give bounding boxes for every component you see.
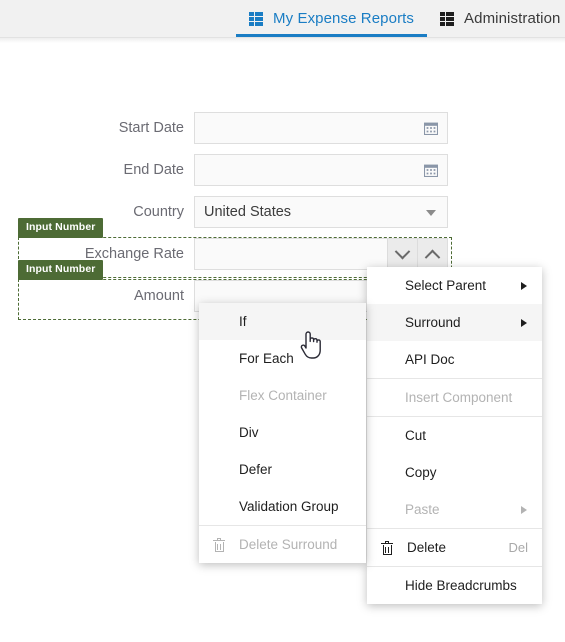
active-tab-indicator (236, 34, 428, 37)
header-shadow (0, 38, 565, 43)
menu-item-select-parent[interactable]: Select Parent (367, 267, 542, 304)
field-value: United States (204, 204, 292, 220)
submenu-item-validation-group[interactable]: Validation Group (199, 488, 366, 525)
chevron-right-icon (521, 281, 527, 290)
component-badge-input-number[interactable]: Input Number (18, 218, 104, 238)
field-row-start-date: Start Date (0, 111, 448, 145)
calendar-icon (424, 122, 438, 135)
menu-item-label: Delete (407, 540, 447, 555)
submenu-item-div[interactable]: Div (199, 414, 366, 451)
submenu-item-flex-container: Flex Container (199, 377, 366, 414)
menu-item-hide-breadcrumbs[interactable]: Hide Breadcrumbs (367, 567, 542, 604)
top-tab-bar: My Expense Reports Administration (0, 0, 565, 38)
menu-item-label: Defer (239, 462, 273, 477)
menu-item-cut[interactable]: Cut (367, 417, 542, 454)
grid-icon (249, 11, 264, 26)
tab-label: My Expense Reports (273, 10, 415, 27)
menu-item-delete[interactable]: Delete Del (367, 529, 542, 566)
menu-item-copy[interactable]: Copy (367, 454, 542, 491)
component-badge-input-number[interactable]: Input Number (18, 260, 104, 280)
field-label: Amount (134, 288, 184, 304)
menu-item-label: Cut (405, 428, 427, 443)
tab-label: Administration (464, 10, 561, 27)
calendar-icon (424, 164, 438, 177)
spinner-icon (387, 239, 447, 269)
submenu-item-if[interactable]: If (199, 303, 366, 340)
trash-icon (199, 537, 239, 552)
tab-list: My Expense Reports Administration (236, 0, 565, 37)
tab-my-expense-reports[interactable]: My Expense Reports (236, 0, 428, 37)
menu-item-shortcut: Del (508, 540, 528, 555)
chevron-right-icon (521, 318, 527, 327)
menu-item-insert-component: Insert Component (367, 379, 542, 416)
submenu-item-delete-surround: Delete Surround (199, 526, 366, 563)
field-label: Start Date (118, 120, 184, 136)
field-label: End Date (123, 162, 184, 178)
menu-item-label: Delete Surround (239, 537, 338, 552)
menu-item-label: Flex Container (239, 388, 327, 403)
start-date-input[interactable] (194, 112, 448, 144)
menu-item-label: Insert Component (405, 390, 513, 405)
menu-item-label: Hide Breadcrumbs (405, 578, 517, 593)
menu-item-surround[interactable]: Surround (367, 304, 542, 341)
menu-item-label: Validation Group (239, 499, 339, 514)
menu-item-label: Copy (405, 465, 437, 480)
context-menu[interactable]: Select Parent Surround API Doc Insert Co… (367, 267, 542, 604)
submenu-item-defer[interactable]: Defer (199, 451, 366, 488)
chevron-right-icon (521, 505, 527, 514)
field-row-end-date: End Date (0, 153, 448, 187)
menu-item-label: For Each (239, 351, 294, 366)
submenu-item-for-each[interactable]: For Each (199, 340, 366, 377)
end-date-input[interactable] (194, 154, 448, 186)
menu-item-label: API Doc (405, 352, 455, 367)
spinner-down-button[interactable] (387, 239, 417, 269)
menu-item-label: If (239, 314, 247, 329)
trash-icon (367, 540, 407, 555)
menu-item-paste: Paste (367, 491, 542, 528)
menu-item-api-doc[interactable]: API Doc (367, 341, 542, 378)
exchange-rate-input[interactable] (194, 238, 448, 270)
grid-icon (440, 11, 455, 26)
tab-administration[interactable]: Administration (427, 0, 565, 37)
chevron-down-icon (426, 210, 436, 216)
spinner-up-button[interactable] (417, 239, 447, 269)
menu-item-label: Div (239, 425, 259, 440)
country-select[interactable]: United States (194, 196, 448, 228)
surround-submenu[interactable]: If For Each Flex Container Div Defer Val… (199, 303, 366, 563)
